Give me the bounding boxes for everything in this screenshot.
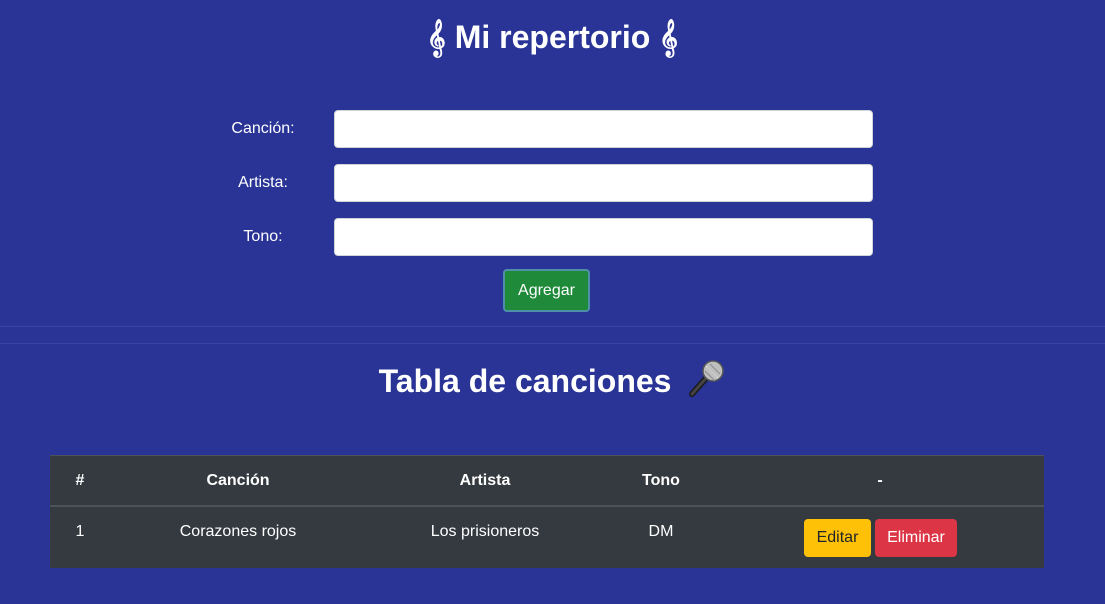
key-form-row: Tono: <box>0 218 1105 256</box>
key-label: Tono: <box>243 228 283 245</box>
column-header-number: # <box>75 472 85 489</box>
row-key: DM <box>648 523 674 540</box>
column-header-actions: - <box>877 472 883 489</box>
row-artist: Los prisioneros <box>430 523 540 540</box>
key-input[interactable] <box>334 218 873 256</box>
page: 𝄞 Mi repertorio 𝄞 Canción: Artista: Tono… <box>0 0 1105 604</box>
artist-form-row: Artista: <box>0 164 1105 202</box>
song-label: Canción: <box>231 120 295 137</box>
song-form-row: Canción: <box>0 110 1105 148</box>
table-section-title: Tabla de canciones <box>0 358 1105 404</box>
table-header-row: # Canción Artista Tono - <box>50 456 1044 507</box>
column-header-song: Canción <box>206 472 270 489</box>
microphone-icon <box>689 360 725 397</box>
song-input[interactable] <box>334 110 873 148</box>
divider <box>0 343 1105 344</box>
divider <box>0 326 1105 327</box>
delete-button[interactable]: Eliminar <box>875 519 957 557</box>
column-header-key: Tono <box>642 472 680 489</box>
row-number: 1 <box>75 523 85 540</box>
edit-button[interactable]: Editar <box>804 519 871 557</box>
page-title: 𝄞 Mi repertorio 𝄞 <box>426 19 679 55</box>
songs-table: # Canción Artista Tono - 1 Corazones roj… <box>50 455 1044 568</box>
table-row: 1 Corazones rojos Los prisioneros DM Edi… <box>50 507 1044 568</box>
row-song: Corazones rojos <box>179 523 297 540</box>
artist-label: Artista: <box>238 174 288 191</box>
column-header-artist: Artista <box>459 472 511 489</box>
add-button[interactable]: Agregar <box>503 269 590 312</box>
table-title-text: Tabla de canciones <box>378 363 672 399</box>
artist-input[interactable] <box>334 164 873 202</box>
